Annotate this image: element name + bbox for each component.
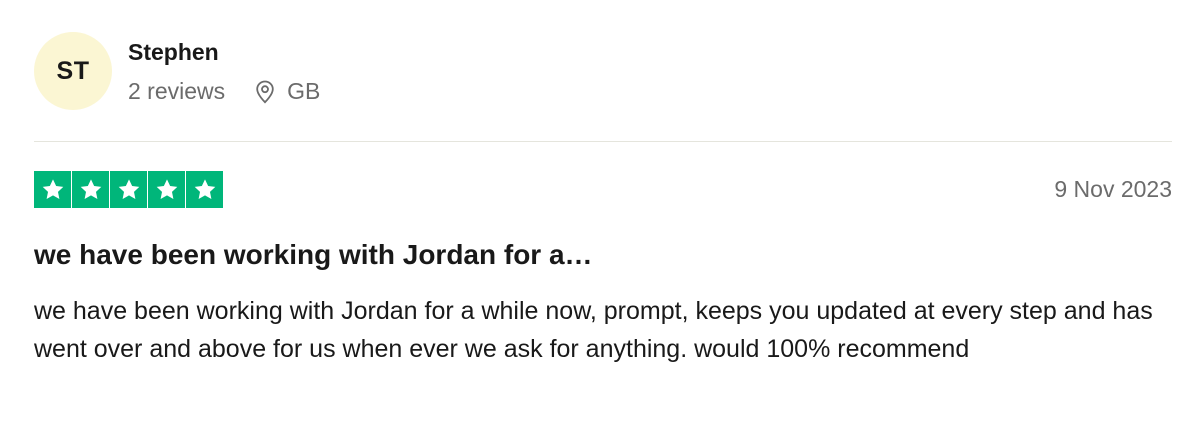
star-icon: [148, 171, 185, 208]
star-icon: [110, 171, 147, 208]
location-pin-icon: [256, 80, 274, 103]
country-code: GB: [287, 78, 321, 104]
reviews-count: 2 reviews: [128, 78, 226, 104]
review-date: 9 Nov 2023: [1054, 176, 1172, 202]
review-body: we have been working with Jordan for a w…: [34, 297, 1153, 363]
consumer-location: GB: [255, 78, 320, 105]
review-title[interactable]: we have been working with Jordan for a…: [34, 239, 593, 271]
consumer-meta: 2 reviews GB: [128, 78, 320, 105]
avatar-initials: ST: [56, 56, 90, 85]
consumer-name[interactable]: Stephen: [128, 39, 219, 66]
star-rating: [34, 171, 223, 208]
avatar[interactable]: ST: [34, 32, 112, 110]
star-icon: [186, 171, 223, 208]
review-card: ST Stephen 2 reviews GB 9 Nov 2023 we ha…: [34, 0, 1172, 426]
star-icon: [34, 171, 71, 208]
star-icon: [72, 171, 109, 208]
consumer-header: ST Stephen 2 reviews GB: [34, 32, 1172, 112]
divider: [34, 141, 1172, 142]
